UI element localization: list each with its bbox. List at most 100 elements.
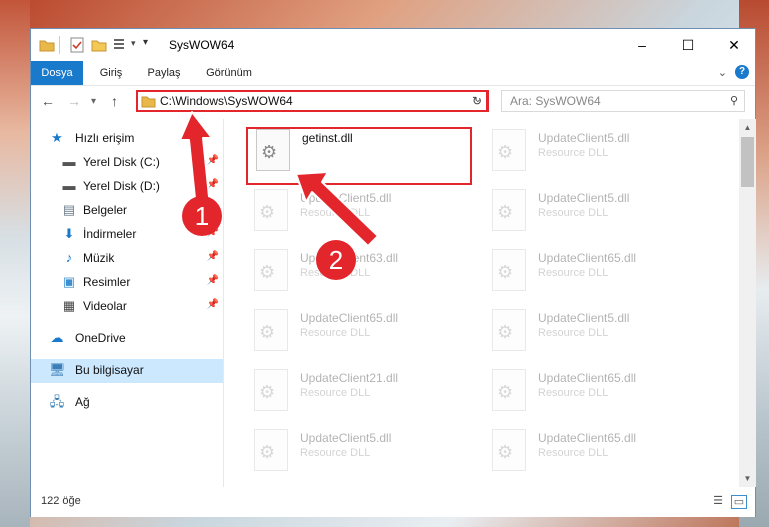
sidebar-item-network[interactable]: 🖧 Ağ xyxy=(31,391,223,413)
details-view-icon[interactable]: ☰ xyxy=(711,495,725,507)
network-icon: 🖧 xyxy=(49,394,65,409)
scroll-up-icon[interactable]: ▲ xyxy=(739,119,756,136)
sidebar-item-label: Resimler xyxy=(83,275,131,289)
file-name: UpdateClient65.dll xyxy=(538,431,637,445)
file-type: Resource DLL xyxy=(300,387,371,399)
dll-file-icon: ⚙ xyxy=(254,309,288,351)
file-item[interactable]: ⚙ UpdateClient5.dll Resource DLL xyxy=(484,125,714,183)
gear-icon: ⚙ xyxy=(497,142,514,162)
dll-file-icon: ⚙ xyxy=(492,189,526,231)
scroll-down-icon[interactable]: ▼ xyxy=(739,470,756,487)
gear-icon: ⚙ xyxy=(497,202,514,222)
file-name: UpdateClient5.dll xyxy=(538,311,630,325)
drive-icon: ▬ xyxy=(62,154,76,169)
dll-file-icon: ⚙ xyxy=(492,309,526,351)
gear-icon: ⚙ xyxy=(497,322,514,342)
gear-icon: ⚙ xyxy=(259,202,276,222)
large-icons-view-icon[interactable]: ▭ xyxy=(731,495,747,509)
file-item[interactable]: ⚙ UpdateClient65.dll Resource DLL xyxy=(484,425,714,483)
vertical-scrollbar[interactable]: ▲ ▼ xyxy=(739,119,756,487)
sidebar-item-label: Bu bilgisayar xyxy=(75,363,144,377)
drive-icon: ▬ xyxy=(62,178,76,193)
title-bar: ▾ ▾ SysWOW64 – ☐ ✕ xyxy=(31,29,755,61)
new-folder-icon[interactable] xyxy=(91,37,107,53)
refresh-icon: ↻ xyxy=(471,94,483,108)
pin-icon[interactable]: 📌 xyxy=(207,251,219,262)
file-name: UpdateClient5.dll xyxy=(300,431,392,445)
file-item[interactable]: ⚙ UpdateClient65.dll Resource DLL xyxy=(484,365,714,423)
gear-icon: ⚙ xyxy=(497,442,514,462)
sidebar-item-videos[interactable]: ▦ Videolar 📌 xyxy=(31,295,223,317)
item-count: 122 öğe xyxy=(41,495,81,507)
pin-icon[interactable]: 📌 xyxy=(207,299,219,310)
up-arrow-icon[interactable]: ↑ xyxy=(111,93,118,109)
tab-home[interactable]: Giriş xyxy=(91,61,131,85)
maximize-button[interactable]: ☐ xyxy=(665,29,711,61)
sidebar-item-pictures[interactable]: ▣ Resimler 📌 xyxy=(31,271,223,293)
sidebar-item-label: Müzik xyxy=(83,251,115,265)
gear-icon: ⚙ xyxy=(497,262,514,282)
toolbar-divider xyxy=(59,36,60,54)
sidebar-item-music[interactable]: ♪ Müzik 📌 xyxy=(31,247,223,269)
gear-icon: ⚙ xyxy=(259,382,276,402)
dll-file-icon: ⚙ xyxy=(254,249,288,291)
file-type: Resource DLL xyxy=(300,327,371,339)
gear-icon: ⚙ xyxy=(259,442,276,462)
file-item[interactable]: ⚙ UpdateClient65.dll Resource DLL xyxy=(246,305,476,363)
documents-icon: ▤ xyxy=(62,202,76,217)
file-type: Resource DLL xyxy=(538,387,609,399)
scroll-thumb[interactable] xyxy=(741,137,754,187)
address-folder-icon xyxy=(141,96,156,108)
file-item[interactable]: ⚙ UpdateClient5.dll Resource DLL xyxy=(484,305,714,363)
sidebar-item-this-pc[interactable]: 🖥 Bu bilgisayar xyxy=(31,359,223,383)
file-item[interactable]: ⚙ UpdateClient5.dll Resource DLL xyxy=(484,185,714,243)
file-item[interactable]: ⚙ UpdateClient65.dll Resource DLL xyxy=(484,245,714,303)
help-icon[interactable]: ? xyxy=(735,65,749,79)
search-box[interactable]: Ara: SysWOW64 ⚲ xyxy=(501,90,745,112)
search-input[interactable]: Ara: SysWOW64 xyxy=(510,94,601,108)
sidebar-item-label: OneDrive xyxy=(75,331,126,345)
refresh-button[interactable]: ↻ xyxy=(467,90,489,112)
toolbar-dropdown-icon[interactable]: ▾ xyxy=(131,38,136,49)
minimize-button[interactable]: – xyxy=(619,29,665,61)
sidebar-item-label: İndirmeler xyxy=(83,227,137,241)
computer-icon: 🖥 xyxy=(49,362,66,377)
tab-view[interactable]: Görünüm xyxy=(199,61,259,85)
music-icon: ♪ xyxy=(65,250,73,265)
back-arrow-icon[interactable]: ← xyxy=(41,93,55,109)
search-icon: ⚲ xyxy=(729,95,738,107)
tab-share[interactable]: Paylaş xyxy=(141,61,187,85)
file-item[interactable]: ⚙ UpdateClient5.dll Resource DLL xyxy=(246,425,476,483)
file-name: UpdateClient21.dll xyxy=(300,371,399,385)
cloud-icon: ☁ xyxy=(50,330,64,345)
file-type: Resource DLL xyxy=(538,327,609,339)
file-type: Resource DLL xyxy=(538,147,609,159)
dll-file-icon: ⚙ xyxy=(492,129,526,171)
recent-locations-icon[interactable]: ▾ xyxy=(91,96,96,107)
ribbon-expand-icon[interactable]: ⌄ xyxy=(718,66,727,79)
star-icon: ★ xyxy=(51,130,63,145)
pictures-icon: ▣ xyxy=(62,274,76,289)
dll-file-icon: ⚙ xyxy=(254,429,288,471)
file-type: Resource DLL xyxy=(538,207,609,219)
sidebar-item-label: Yerel Disk (D:) xyxy=(83,179,160,193)
close-button[interactable]: ✕ xyxy=(711,29,757,61)
ribbon-tabs: Dosya Giriş Paylaş Görünüm ⌄ ? xyxy=(31,61,755,86)
dll-file-icon: ⚙ xyxy=(254,369,288,411)
file-name: UpdateClient5.dll xyxy=(538,191,630,205)
status-bar: 122 öğe ☰ ▭ xyxy=(31,487,755,517)
dll-file-icon: ⚙ xyxy=(492,249,526,291)
file-item[interactable]: ⚙ UpdateClient21.dll Resource DLL xyxy=(246,365,476,423)
customize-toolbar-icon[interactable] xyxy=(113,37,129,53)
file-name: UpdateClient65.dll xyxy=(300,311,399,325)
window-title: SysWOW64 xyxy=(169,38,235,52)
pin-icon[interactable]: 📌 xyxy=(207,275,219,286)
step-badge-2: 2 xyxy=(316,240,356,280)
tab-file[interactable]: Dosya xyxy=(31,61,83,85)
forward-arrow-icon[interactable]: → xyxy=(67,93,81,109)
videos-icon: ▦ xyxy=(62,298,76,313)
sidebar-item-onedrive[interactable]: ☁ OneDrive xyxy=(31,327,223,349)
quick-access-expand-icon[interactable]: ▾ xyxy=(143,37,148,48)
properties-icon[interactable] xyxy=(69,37,85,53)
sidebar-item-label: Ağ xyxy=(75,395,90,409)
